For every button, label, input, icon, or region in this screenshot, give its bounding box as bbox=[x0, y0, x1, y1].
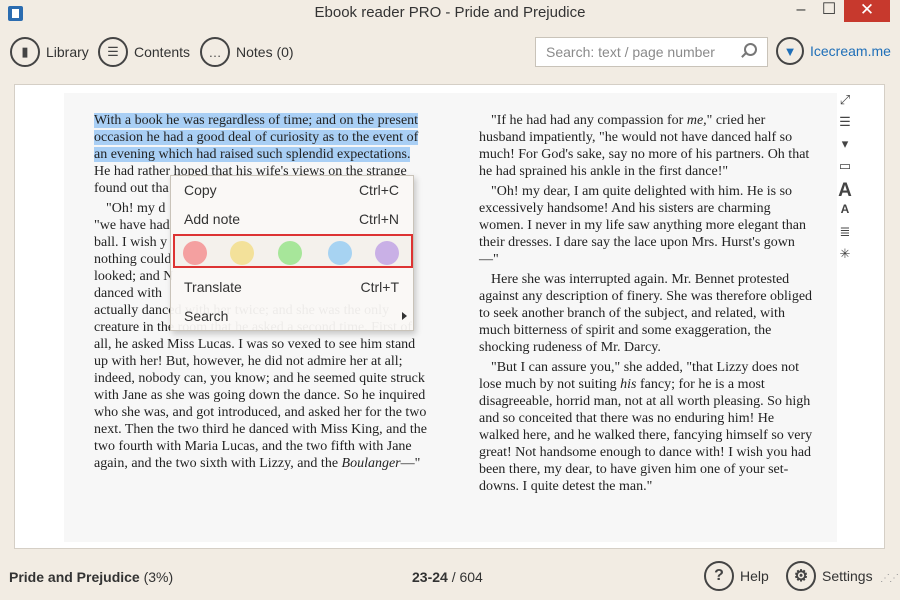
search-placeholder: Search: text / page number bbox=[546, 44, 715, 60]
comment-icon[interactable]: ▭ bbox=[835, 158, 855, 180]
text-run: "If he had had any compassion for bbox=[491, 113, 687, 128]
text-run: found out tha bbox=[94, 181, 169, 196]
notes-label: Notes (0) bbox=[236, 44, 294, 60]
status-bar: Pride and Prejudice (3%) 23-24 / 604 ? H… bbox=[0, 553, 900, 600]
contents-button[interactable]: ☰ Contents bbox=[98, 36, 190, 68]
highlight-color-picker bbox=[173, 234, 413, 268]
add-note-label: Add note bbox=[184, 211, 241, 227]
title-bar: Ebook reader PRO - Pride and Prejudice –… bbox=[0, 0, 900, 27]
font-larger-icon[interactable]: A bbox=[835, 180, 855, 202]
text-run: his bbox=[620, 377, 637, 392]
close-button[interactable]: ✕ bbox=[844, 0, 890, 22]
side-toolbar: ⤢ ☰ ▾ ▭ A A ≣ ✳ bbox=[835, 92, 855, 268]
justify-icon[interactable]: ≣ bbox=[835, 224, 855, 246]
translate-menu-item[interactable]: Translate Ctrl+T bbox=[171, 274, 415, 300]
library-button[interactable]: ▮ Library bbox=[10, 36, 89, 68]
translate-shortcut: Ctrl+T bbox=[360, 279, 400, 295]
gear-icon: ⚙ bbox=[786, 561, 816, 591]
maximize-button[interactable]: ☐ bbox=[816, 0, 842, 22]
help-button[interactable]: ? Help bbox=[704, 561, 769, 591]
book-icon: ▮ bbox=[10, 37, 40, 67]
highlight-red-swatch[interactable] bbox=[183, 241, 207, 265]
text-run: —" bbox=[400, 456, 421, 471]
text-run: creature in the room that he asked a sec… bbox=[94, 320, 427, 471]
comment-icon: … bbox=[200, 37, 230, 67]
brightness-icon[interactable]: ✳ bbox=[835, 246, 855, 268]
list-icon: ☰ bbox=[98, 37, 128, 67]
submenu-arrow-icon bbox=[402, 312, 407, 320]
fullscreen-icon[interactable]: ⤢ bbox=[835, 92, 855, 114]
right-paragraph-3: Here she was interrupted again. Mr. Benn… bbox=[479, 272, 813, 355]
highlight-yellow-swatch[interactable] bbox=[230, 241, 254, 265]
text-run: "we have had bbox=[94, 218, 170, 233]
text-run: danced with bbox=[94, 286, 163, 301]
text-run: Boulanger bbox=[341, 456, 401, 471]
search-input[interactable]: Search: text / page number bbox=[535, 37, 768, 67]
text-run: fancy; for he is a most disagreeable, ho… bbox=[479, 377, 813, 494]
copy-shortcut: Ctrl+C bbox=[358, 182, 399, 198]
book-status: Pride and Prejudice (3%) bbox=[9, 569, 173, 585]
right-paragraph-2: "Oh! my dear, I am quite delighted with … bbox=[479, 184, 806, 267]
help-label: Help bbox=[740, 568, 769, 584]
right-paragraph-1: "If he had had any compassion for me," c… bbox=[479, 112, 814, 180]
add-note-menu-item[interactable]: Add note Ctrl+N bbox=[171, 206, 415, 232]
context-menu: Copy Ctrl+C Add note Ctrl+N Translate Ct… bbox=[170, 175, 414, 331]
settings-button[interactable]: ⚙ Settings bbox=[786, 561, 873, 591]
text-run: me, bbox=[686, 113, 707, 128]
toolbar: ▮ Library ☰ Contents … Notes (0) Search:… bbox=[0, 27, 900, 79]
search-menu-label: Search bbox=[184, 308, 229, 324]
total-pages: / 604 bbox=[447, 569, 483, 585]
current-pages: 23-24 bbox=[412, 569, 448, 585]
book-title: Pride and Prejudice bbox=[9, 569, 140, 585]
text-run: ball. I wish y bbox=[94, 235, 168, 250]
font-smaller-icon[interactable]: A bbox=[835, 202, 855, 224]
list-icon[interactable]: ☰ bbox=[835, 114, 855, 136]
resize-grip-icon[interactable]: ⋰⋰ bbox=[880, 573, 899, 584]
library-label: Library bbox=[46, 44, 89, 60]
window-title: Ebook reader PRO - Pride and Prejudice bbox=[314, 4, 586, 21]
settings-label: Settings bbox=[822, 568, 873, 584]
minimize-button[interactable]: – bbox=[788, 0, 814, 22]
copy-label: Copy bbox=[184, 182, 217, 198]
text-run: looked; and N bbox=[94, 269, 174, 284]
selected-text[interactable]: With a book he was regardless of time; a… bbox=[94, 113, 419, 162]
reading-progress: (3%) bbox=[143, 569, 174, 585]
page-indicator[interactable]: 23-24 / 604 bbox=[412, 569, 483, 585]
highlight-blue-swatch[interactable] bbox=[328, 241, 352, 265]
search-menu-item[interactable]: Search bbox=[171, 303, 415, 329]
highlight-purple-swatch[interactable] bbox=[375, 241, 399, 265]
search-icon[interactable] bbox=[744, 43, 757, 56]
copy-menu-item[interactable]: Copy Ctrl+C bbox=[171, 177, 415, 203]
reader-area: With a book he was regardless of time; a… bbox=[14, 84, 885, 549]
translate-label: Translate bbox=[184, 279, 242, 295]
contents-label: Contents bbox=[134, 44, 191, 60]
right-paragraph-4: "But I can assure you," she added, "that… bbox=[479, 359, 814, 495]
help-icon: ? bbox=[704, 561, 734, 591]
bookmark-icon[interactable]: ▾ bbox=[835, 136, 855, 158]
highlight-green-swatch[interactable] bbox=[278, 241, 302, 265]
icecream-logo-icon: ▼ bbox=[776, 37, 804, 65]
notes-button[interactable]: … Notes (0) bbox=[200, 36, 294, 68]
add-note-shortcut: Ctrl+N bbox=[358, 211, 399, 227]
brand-label: Icecream.me bbox=[810, 43, 891, 59]
right-page[interactable]: "If he had had any compassion for me," c… bbox=[479, 112, 814, 498]
text-run: nothing could bbox=[94, 252, 172, 267]
brand-link[interactable]: ▼ Icecream.me bbox=[776, 37, 891, 65]
text-run: "Oh! my d bbox=[106, 201, 166, 216]
